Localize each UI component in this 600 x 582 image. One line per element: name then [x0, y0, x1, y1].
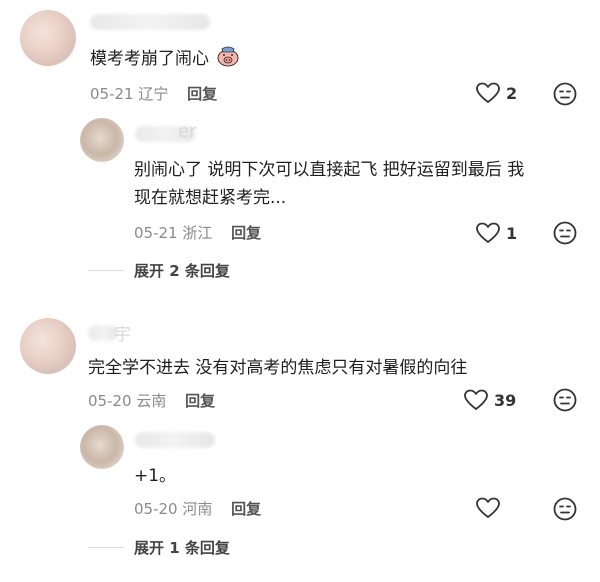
avatar[interactable] — [20, 318, 76, 374]
avatar[interactable] — [80, 118, 124, 162]
comment-location: 浙江 — [182, 224, 213, 242]
comment-date: 05-20 — [134, 500, 178, 518]
comment-text-line-1: 别闹心了 说明下次可以直接起飞 把好运留到最后 我 — [134, 160, 525, 180]
reply-button[interactable]: 回复 — [231, 224, 261, 242]
comment-meta: 05-21 辽宁 回复 — [90, 83, 217, 104]
avatar[interactable] — [80, 425, 124, 469]
meh-face-icon — [553, 82, 577, 106]
comment-location: 河南 — [182, 500, 213, 518]
avatar[interactable] — [20, 10, 76, 66]
heart-outline-icon — [476, 82, 500, 104]
comment-text: 完全学不进去 没有对高考的焦虑只有对暑假的向往 — [88, 354, 467, 382]
comment-text: 模考考崩了闹心 — [90, 45, 240, 76]
dislike-button[interactable] — [553, 497, 577, 525]
comment-text-content: +1。 — [134, 466, 177, 486]
comment-meta: 05-20 河南 回复 — [134, 498, 261, 519]
dislike-button[interactable] — [553, 221, 577, 249]
like-button[interactable]: 1 — [476, 222, 517, 244]
username-fragment: er — [178, 121, 197, 142]
dislike-button[interactable] — [553, 388, 577, 416]
like-button[interactable]: 39 — [464, 389, 516, 411]
comment-text: 别闹心了 说明下次可以直接起飞 把好运留到最后 我 现在就想赶紧考完... — [134, 156, 524, 212]
divider-line — [88, 547, 124, 548]
like-count: 39 — [494, 390, 517, 410]
expand-replies-button[interactable]: 展开 1 条回复 — [88, 537, 230, 558]
comment-location: 辽宁 — [138, 85, 169, 103]
reply-button[interactable]: 回复 — [185, 392, 215, 410]
dislike-button[interactable] — [553, 82, 577, 110]
meh-face-icon — [553, 221, 577, 245]
heart-outline-icon — [476, 222, 500, 244]
comment-text-line-2: 现在就想赶紧考完... — [134, 188, 287, 208]
like-count: 2 — [506, 83, 518, 103]
comment-date: 05-21 — [90, 85, 134, 103]
reply-button[interactable]: 回复 — [231, 500, 261, 518]
comment-text-content: 完全学不进去 没有对高考的焦虑只有对暑假的向往 — [88, 358, 468, 378]
like-button[interactable]: 2 — [476, 82, 517, 104]
expand-replies-button[interactable]: 展开 2 条回复 — [88, 260, 230, 281]
meh-face-icon — [553, 388, 577, 412]
like-button[interactable] — [476, 497, 506, 519]
comment-location: 云南 — [136, 392, 167, 410]
comment-date: 05-21 — [134, 224, 178, 242]
reply-button[interactable]: 回复 — [187, 85, 217, 103]
comment-meta: 05-20 云南 回复 — [88, 390, 215, 411]
heart-outline-icon — [464, 389, 488, 411]
username-blurred[interactable] — [90, 14, 210, 30]
like-count: 1 — [506, 223, 518, 243]
username-fragment: 宇 — [114, 325, 131, 345]
comment-text-content: 模考考崩了闹心 — [90, 49, 209, 69]
comment-meta: 05-21 浙江 回复 — [134, 222, 261, 243]
expand-replies-label: 展开 2 条回复 — [134, 262, 230, 280]
username-blurred[interactable] — [135, 432, 215, 448]
heart-outline-icon — [476, 497, 500, 519]
divider-line — [88, 270, 124, 271]
comment-text: +1。 — [134, 462, 176, 490]
expand-replies-label: 展开 1 条回复 — [134, 539, 230, 557]
meh-face-icon — [553, 497, 577, 521]
pig-face-emoji — [216, 45, 240, 76]
comment-date: 05-20 — [88, 392, 132, 410]
